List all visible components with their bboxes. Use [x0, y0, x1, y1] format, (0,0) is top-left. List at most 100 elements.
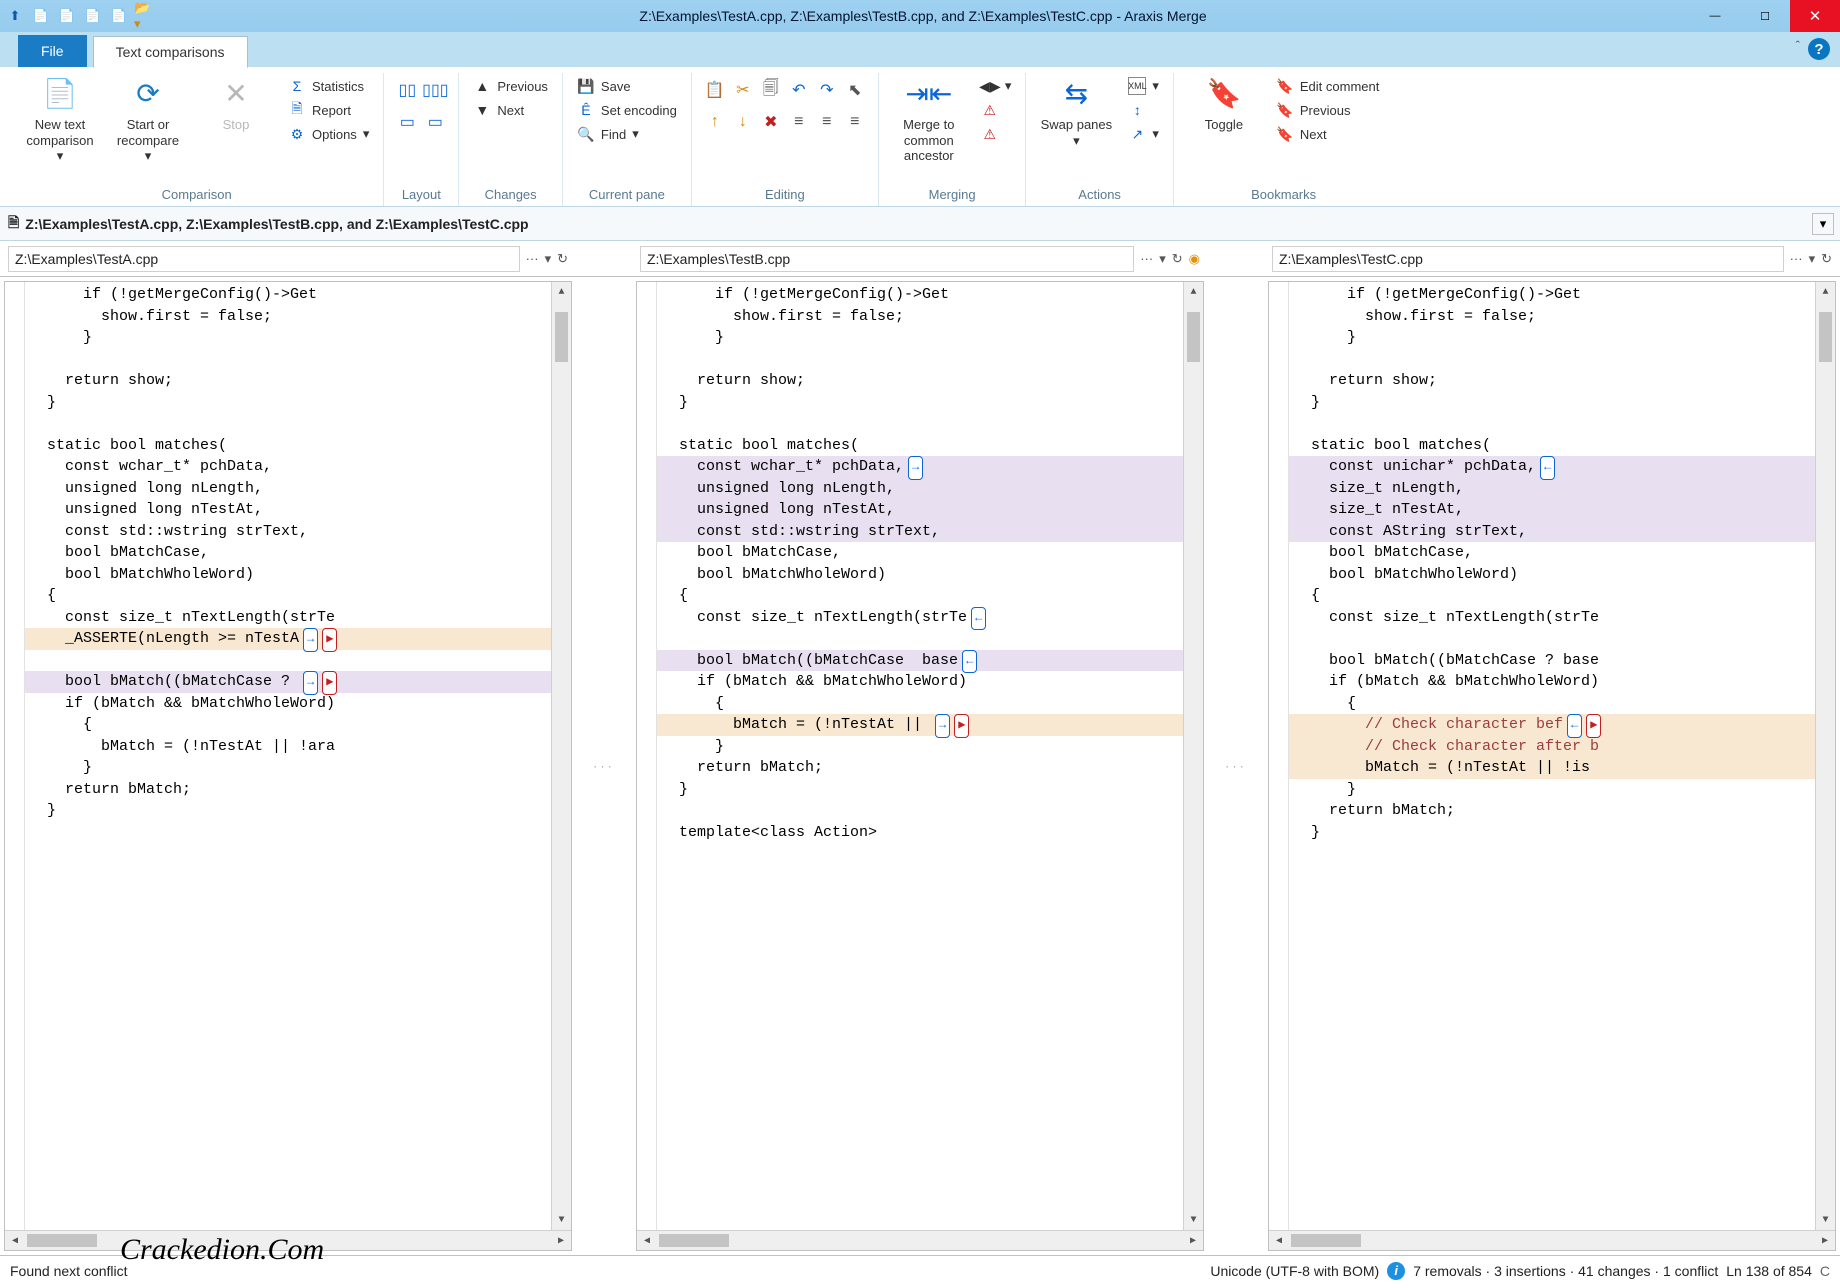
- code-line[interactable]: template<class Action>: [657, 822, 1183, 844]
- pane-c-path[interactable]: Z:\Examples\TestC.cpp: [1272, 246, 1784, 272]
- code-line[interactable]: bool bMatchWholeWord): [1289, 564, 1815, 586]
- code-line[interactable]: return show;: [25, 370, 551, 392]
- code-line[interactable]: bMatch = (!nTestAt || !ara: [25, 736, 551, 758]
- code-line[interactable]: bool bMatchCase,: [25, 542, 551, 564]
- swap-panes-button[interactable]: ⇆Swap panes ▾: [1036, 73, 1116, 148]
- merge-marker[interactable]: →: [935, 714, 950, 738]
- edit-i6[interactable]: ≡: [844, 111, 866, 133]
- pane-c-dd-icon[interactable]: ▾: [1809, 251, 1816, 267]
- copy-icon[interactable]: 🗐: [760, 79, 782, 101]
- code-line[interactable]: if (bMatch && bMatchWholeWord): [1289, 671, 1815, 693]
- code-line[interactable]: return bMatch;: [657, 757, 1183, 779]
- stop-button[interactable]: ✕Stop: [196, 73, 276, 133]
- actions-xml-icon[interactable]: XML▾: [1124, 75, 1163, 97]
- document-tab[interactable]: 🗎 Z:\Examples\TestA.cpp, Z:\Examples\Tes…: [8, 212, 529, 236]
- code-line[interactable]: show.first = false;: [25, 306, 551, 328]
- code-line[interactable]: // Check character bef←▶: [1289, 714, 1815, 736]
- code-line[interactable]: _ASSERTE(nLength >= nTestA→▶: [25, 628, 551, 650]
- code-line[interactable]: bool bMatch((bMatchCase base←: [657, 650, 1183, 672]
- layout-v2-icon[interactable]: ▭: [424, 111, 446, 133]
- collapse-ribbon-icon[interactable]: ˆ: [1796, 38, 1800, 60]
- code-line[interactable]: unsigned long nLength,: [657, 478, 1183, 500]
- code-line[interactable]: const AString strText,: [1289, 521, 1815, 543]
- pane-a-dd-icon[interactable]: ▾: [545, 251, 552, 267]
- code-line[interactable]: unsigned long nTestAt,: [657, 499, 1183, 521]
- code-line[interactable]: const size_t nTextLength(strTe←: [657, 607, 1183, 629]
- merge-warn2-icon[interactable]: ⚠: [977, 123, 1016, 145]
- merge-marker[interactable]: ←: [962, 650, 977, 674]
- pane-b-more-icon[interactable]: ···: [1140, 251, 1153, 267]
- code-line[interactable]: }: [1289, 392, 1815, 414]
- pane-b-dd-icon[interactable]: ▾: [1159, 251, 1166, 267]
- code-line[interactable]: {: [25, 585, 551, 607]
- code-line[interactable]: {: [657, 585, 1183, 607]
- code-line[interactable]: if (!getMergeConfig()->Get: [25, 284, 551, 306]
- merge-marker[interactable]: ←: [971, 607, 986, 631]
- code-line[interactable]: {: [25, 714, 551, 736]
- code-line[interactable]: const std::wstring strText,: [25, 521, 551, 543]
- code-line[interactable]: static bool matches(: [657, 435, 1183, 457]
- code-line[interactable]: }: [1289, 779, 1815, 801]
- merge-marker[interactable]: →: [908, 456, 923, 480]
- code-line[interactable]: }: [657, 327, 1183, 349]
- qat-icon-5[interactable]: 📄: [108, 5, 130, 27]
- qat-icon-1[interactable]: ⬆: [4, 5, 26, 27]
- prev-change-button[interactable]: ▲Previous: [469, 75, 552, 97]
- code-line[interactable]: const unichar* pchData,←: [1289, 456, 1815, 478]
- code-line[interactable]: [657, 413, 1183, 435]
- code-line[interactable]: [25, 650, 551, 672]
- pane-c-more-icon[interactable]: ···: [1790, 251, 1803, 267]
- bookmark-prev-button[interactable]: 🔖Previous: [1272, 99, 1383, 121]
- pane-c[interactable]: if (!getMergeConfig()->Get show.first = …: [1268, 281, 1836, 1251]
- merge-to-common-button[interactable]: ⇥⇤Merge to common ancestor: [889, 73, 969, 164]
- pane-b[interactable]: if (!getMergeConfig()->Get show.first = …: [636, 281, 1204, 1251]
- code-line[interactable]: size_t nLength,: [1289, 478, 1815, 500]
- code-line[interactable]: unsigned long nLength,: [25, 478, 551, 500]
- code-line[interactable]: }: [657, 736, 1183, 758]
- statistics-button[interactable]: ΣStatistics: [284, 75, 373, 97]
- pane-a-vscroll[interactable]: ▲▼: [551, 282, 571, 1230]
- qat-icon-4[interactable]: 📄: [82, 5, 104, 27]
- toggle-bookmark-button[interactable]: 🔖Toggle: [1184, 73, 1264, 133]
- code-line[interactable]: const size_t nTextLength(strTe: [1289, 607, 1815, 629]
- pane-b-path[interactable]: Z:\Examples\TestB.cpp: [640, 246, 1134, 272]
- code-line[interactable]: if (!getMergeConfig()->Get: [1289, 284, 1815, 306]
- set-encoding-button[interactable]: ÊSet encoding: [573, 99, 681, 121]
- code-line[interactable]: const std::wstring strText,: [657, 521, 1183, 543]
- code-line[interactable]: }: [25, 757, 551, 779]
- text-comparisons-tab[interactable]: Text comparisons: [93, 36, 248, 68]
- code-line[interactable]: bool bMatchCase,: [1289, 542, 1815, 564]
- code-line[interactable]: if (bMatch && bMatchWholeWord): [657, 671, 1183, 693]
- code-line[interactable]: return show;: [1289, 370, 1815, 392]
- merge-marker[interactable]: ▶: [1586, 714, 1601, 738]
- code-line[interactable]: static bool matches(: [1289, 435, 1815, 457]
- actions-a2-icon[interactable]: ↕: [1124, 99, 1163, 121]
- next-change-button[interactable]: ▼Next: [469, 99, 552, 121]
- pane-a[interactable]: if (!getMergeConfig()->Get show.first = …: [4, 281, 572, 1251]
- code-line[interactable]: }: [1289, 327, 1815, 349]
- options-button[interactable]: ⚙Options ▾: [284, 123, 373, 145]
- code-line[interactable]: return bMatch;: [1289, 800, 1815, 822]
- save-button[interactable]: 💾Save: [573, 75, 681, 97]
- code-line[interactable]: if (!getMergeConfig()->Get: [657, 284, 1183, 306]
- edit-comment-button[interactable]: 🔖Edit comment: [1272, 75, 1383, 97]
- merge-marker[interactable]: →: [303, 628, 318, 652]
- qat-icon-2[interactable]: 📄: [30, 5, 52, 27]
- find-button[interactable]: 🔍Find ▾: [573, 123, 681, 145]
- minimize-button[interactable]: —: [1690, 0, 1740, 32]
- merge-marker[interactable]: ▶: [322, 671, 337, 695]
- layout-h-icon[interactable]: ▯▯: [396, 79, 418, 101]
- code-line[interactable]: unsigned long nTestAt,: [25, 499, 551, 521]
- code-line[interactable]: const size_t nTextLength(strTe: [25, 607, 551, 629]
- info-icon[interactable]: i: [1387, 1262, 1405, 1280]
- pane-b-hscroll[interactable]: ◀▶: [637, 1230, 1203, 1250]
- code-line[interactable]: {: [657, 693, 1183, 715]
- code-line[interactable]: const wchar_t* pchData,: [25, 456, 551, 478]
- code-line[interactable]: show.first = false;: [657, 306, 1183, 328]
- new-text-comparison-button[interactable]: 📄New text comparison ▾: [20, 73, 100, 164]
- edit-i4[interactable]: ≡: [788, 111, 810, 133]
- merge-marker[interactable]: ▶: [954, 714, 969, 738]
- pane-a-hscroll[interactable]: ◀▶: [5, 1230, 571, 1250]
- code-line[interactable]: [657, 349, 1183, 371]
- pane-c-hscroll[interactable]: ◀▶: [1269, 1230, 1835, 1250]
